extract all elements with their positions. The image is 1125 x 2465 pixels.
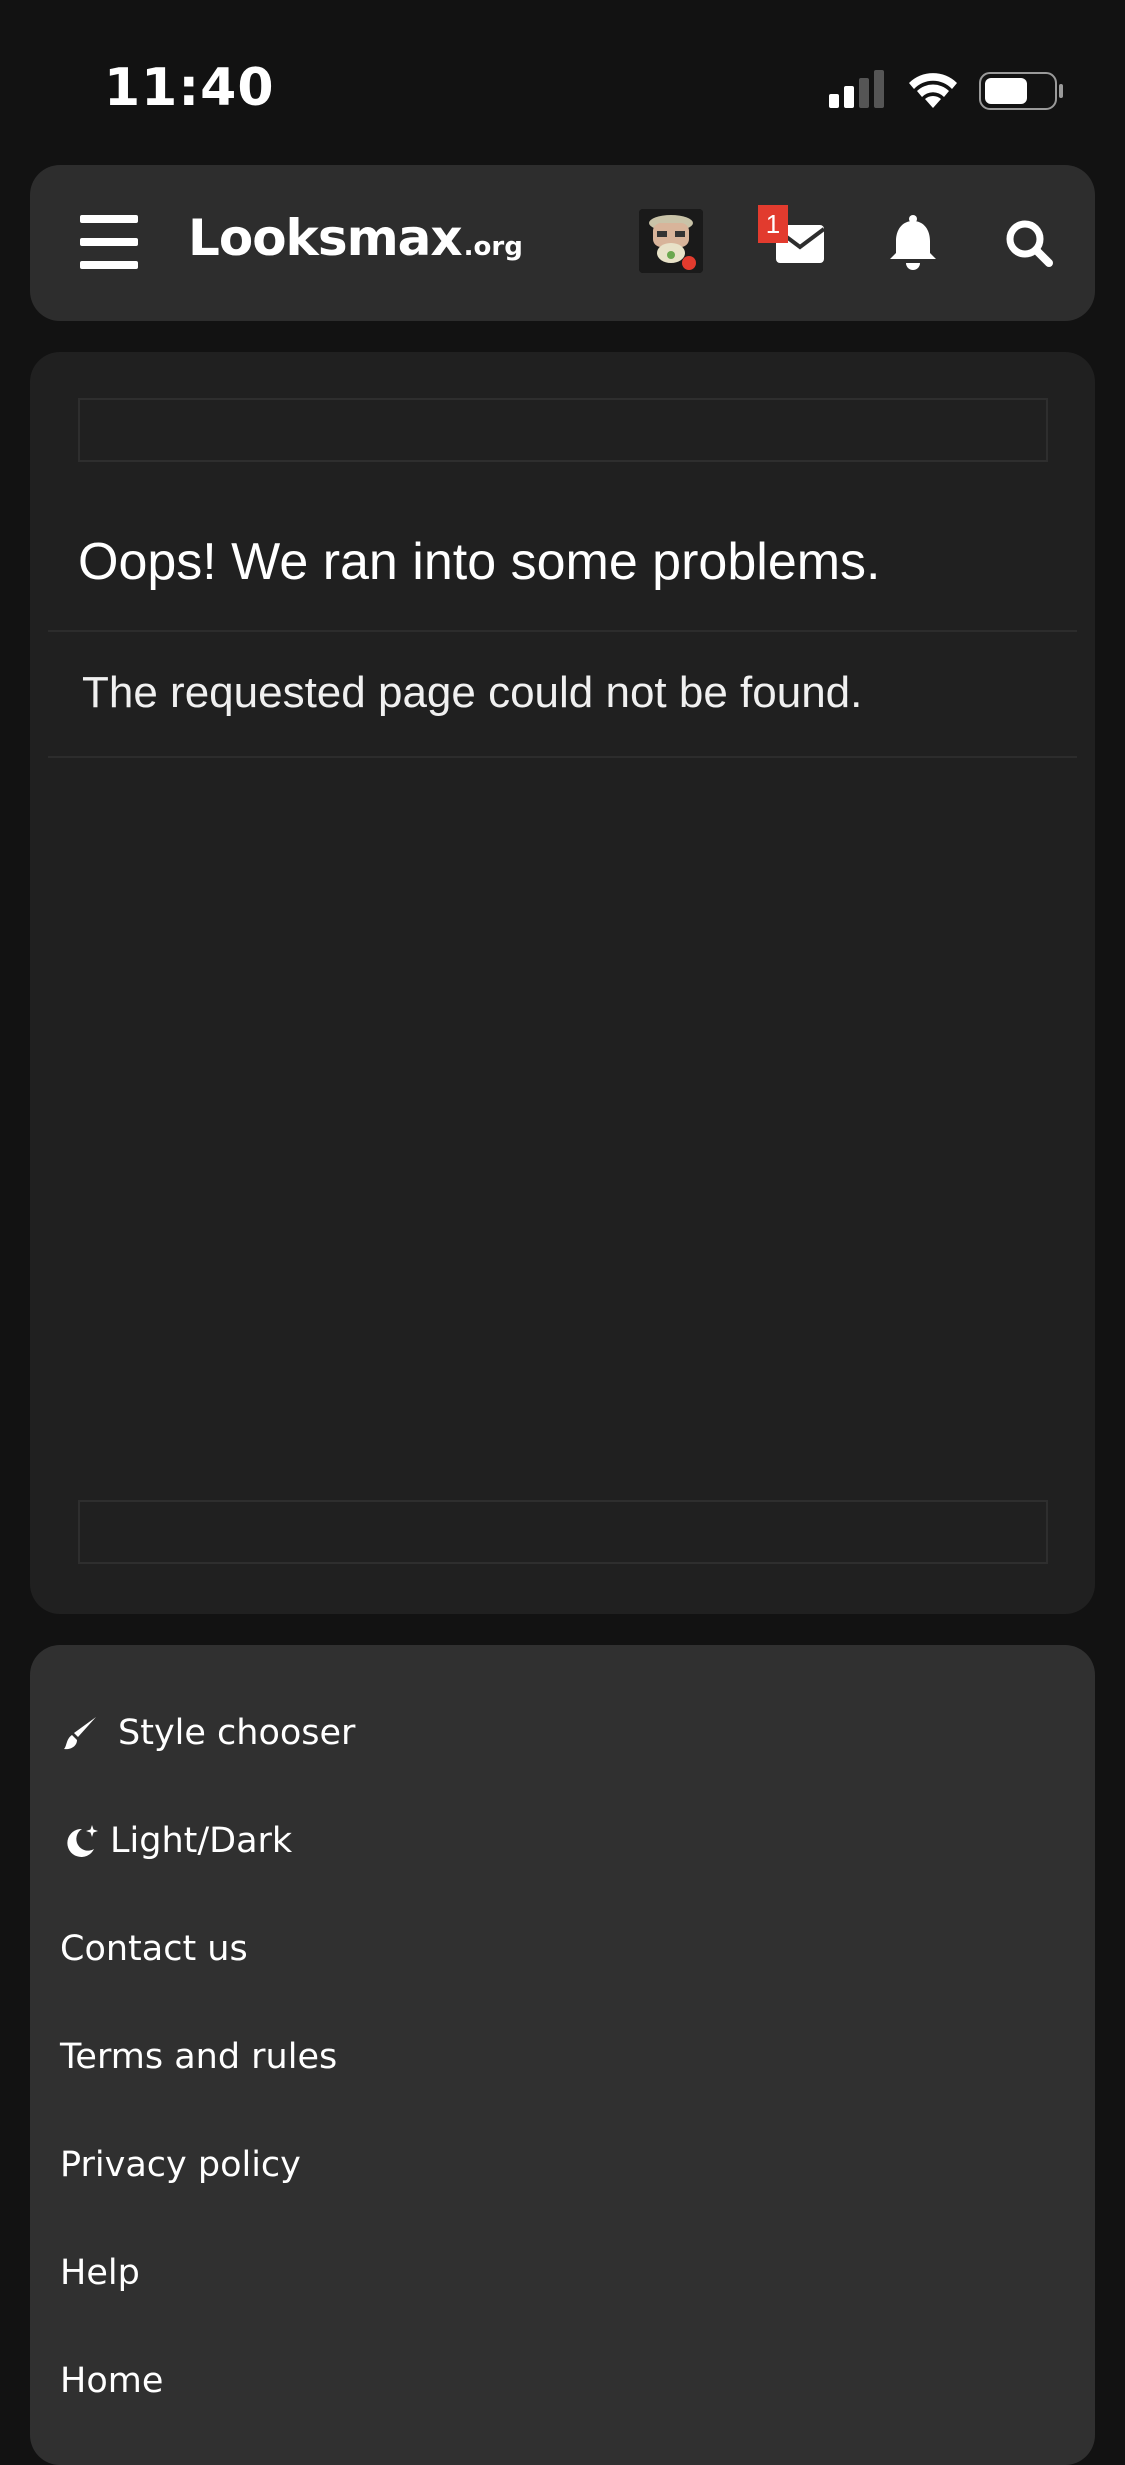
inbox-button[interactable]: 1 (758, 205, 838, 281)
site-logo[interactable]: Looksmax .org (188, 209, 523, 275)
moon-stars-icon (67, 1825, 98, 1857)
hamburger-line (80, 238, 138, 246)
alerts-button[interactable] (878, 209, 948, 279)
footer-link-label: Style chooser (118, 1713, 356, 1753)
error-message: The requested page could not be found. (82, 668, 863, 717)
footer-menu: Style chooser Light/Dark Contact us Term… (30, 1645, 1095, 2465)
status-bar: 11:40 (0, 0, 1125, 160)
divider (48, 756, 1077, 758)
top-ad-placeholder (78, 398, 1048, 462)
paintbrush-icon (64, 1717, 96, 1750)
avatar[interactable] (639, 209, 703, 273)
site-header: Looksmax .org 1 (30, 165, 1095, 321)
logo-main-text: Looksmax (188, 209, 463, 267)
avatar-image (639, 209, 703, 273)
contact-us-link[interactable]: Contact us (60, 1919, 248, 1979)
style-chooser-link[interactable]: Style chooser (60, 1703, 355, 1763)
status-icons (829, 70, 1063, 110)
bell-icon (890, 215, 936, 270)
footer-link-label: Light/Dark (110, 1821, 293, 1861)
logo-sub-text: .org (463, 232, 523, 262)
cellular-signal-icon (829, 70, 884, 108)
status-time: 11:40 (104, 58, 275, 118)
hamburger-menu-button[interactable] (80, 215, 138, 269)
footer-link-label: Privacy policy (60, 2145, 301, 2185)
footer-link-label: Contact us (60, 1929, 248, 1969)
privacy-policy-link[interactable]: Privacy policy (60, 2135, 301, 2195)
search-button[interactable] (995, 209, 1065, 279)
page-title: Oops! We ran into some problems. (78, 533, 881, 591)
divider (48, 630, 1077, 632)
battery-icon (979, 72, 1063, 110)
footer-link-label: Terms and rules (60, 2037, 338, 2077)
footer-link-label: Help (60, 2253, 140, 2293)
mail-badge: 1 (758, 205, 788, 243)
terms-and-rules-link[interactable]: Terms and rules (60, 2027, 337, 2087)
wifi-icon (909, 73, 957, 108)
home-link[interactable]: Home (60, 2351, 163, 2411)
bottom-ad-placeholder (78, 1500, 1048, 1564)
search-icon (1006, 220, 1053, 267)
error-card: Oops! We ran into some problems. The req… (30, 352, 1095, 1614)
hamburger-menu-icon (80, 215, 138, 223)
hamburger-line (80, 261, 138, 269)
help-link[interactable]: Help (60, 2243, 140, 2303)
footer-link-label: Home (60, 2361, 164, 2401)
light-dark-toggle[interactable]: Light/Dark (60, 1811, 292, 1871)
